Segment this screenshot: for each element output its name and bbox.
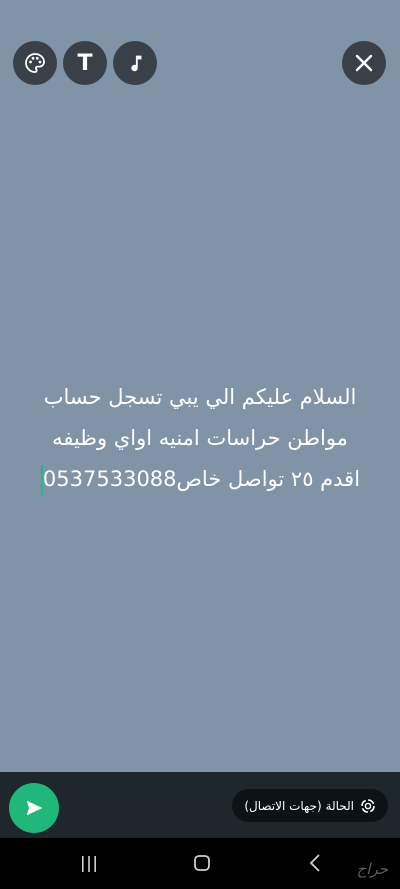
audience-label: الحالة (جهات الاتصال) <box>244 798 354 813</box>
back-button[interactable] <box>308 854 322 876</box>
system-nav-bar: حراج <box>0 838 400 889</box>
close-icon <box>355 54 373 72</box>
status-ring-icon <box>360 798 376 814</box>
home-icon <box>194 855 210 871</box>
text-icon: T <box>77 50 93 76</box>
status-text-line-content: اقدم ٢٥ تواصل خاص0537533088 <box>42 467 361 491</box>
status-text-line: اقدم ٢٥ تواصل خاص0537533088 <box>20 459 380 500</box>
recents-icon <box>82 856 96 872</box>
bottom-bar: الحالة (جهات الاتصال) <box>0 772 400 838</box>
close-button[interactable] <box>342 41 386 85</box>
music-note-icon <box>131 55 142 72</box>
back-chevron-icon <box>309 854 320 872</box>
status-text-line: السلام عليكم الي يبي تسجل حساب <box>43 385 357 409</box>
palette-button[interactable] <box>13 41 57 85</box>
send-arrow-icon <box>26 800 43 816</box>
send-button[interactable] <box>9 783 59 833</box>
status-text-editor[interactable]: السلام عليكم الي يبي تسجل حساب مواطن حرا… <box>20 377 380 500</box>
recents-button[interactable] <box>80 855 98 877</box>
status-canvas[interactable]: T السلام عليكم الي يبي تسجل حساب مواطن ح… <box>0 0 400 772</box>
audience-selector[interactable]: الحالة (جهات الاتصال) <box>232 789 388 822</box>
haraj-watermark: حراج <box>356 860 388 878</box>
text-style-button[interactable]: T <box>63 41 107 85</box>
palette-icon <box>25 53 45 73</box>
status-text-line: مواطن حراسات امنيه اواي وظيفه <box>52 426 348 450</box>
music-button[interactable] <box>113 41 157 85</box>
home-button[interactable] <box>193 854 211 876</box>
